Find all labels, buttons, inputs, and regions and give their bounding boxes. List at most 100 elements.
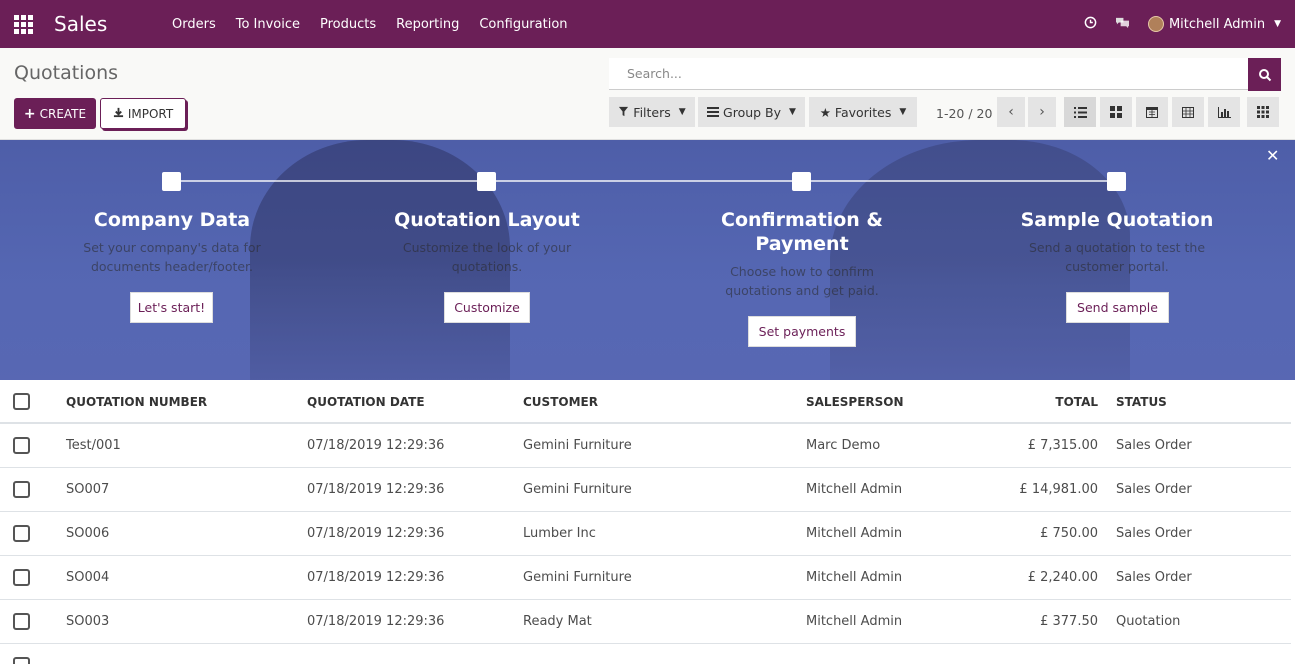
column-status[interactable]: STATUS: [1116, 395, 1167, 409]
main-menu: Orders To Invoice Products Reporting Con…: [162, 17, 578, 32]
filters-dropdown[interactable]: Filters ▼: [609, 97, 695, 127]
star-icon: ★: [819, 104, 831, 120]
pager-next-button[interactable]: ›: [1028, 97, 1056, 127]
chat-icon[interactable]: [1115, 16, 1130, 33]
close-icon[interactable]: ✕: [1266, 146, 1279, 165]
favorites-dropdown[interactable]: ★ Favorites ▼: [809, 97, 917, 127]
search-input[interactable]: Search...: [609, 58, 1248, 90]
total: £ 14,981.00: [1019, 482, 1098, 497]
row-checkbox[interactable]: [13, 481, 30, 498]
import-label: IMPORT: [127, 106, 174, 121]
lets-start-button[interactable]: Let's start!: [130, 292, 213, 323]
top-navbar: Sales Orders To Invoice Products Reporti…: [0, 0, 1295, 48]
column-total[interactable]: TOTAL: [1000, 395, 1098, 409]
step-2-title: Quotation Layout: [394, 209, 580, 231]
send-sample-button[interactable]: Send sample: [1066, 292, 1169, 323]
quotations-table: QUOTATION NUMBER QUOTATION DATE CUSTOMER…: [0, 380, 1291, 664]
list-view-button[interactable]: [1063, 97, 1096, 127]
pager-previous-button[interactable]: ‹: [997, 97, 1025, 127]
graph-view-button[interactable]: [1207, 97, 1240, 127]
status: Sales Order: [1116, 438, 1192, 453]
activity-view-button[interactable]: [1246, 97, 1279, 127]
groupby-label: Group By: [723, 104, 782, 120]
step-1-marker: [162, 172, 181, 191]
quotation-date: 07/18/2019 12:29:36: [307, 570, 445, 585]
plus-icon: +: [23, 105, 36, 122]
favorites-label: Favorites: [834, 104, 892, 120]
step-1-description: Set your company's data for documents he…: [83, 240, 261, 274]
quotation-date: 07/18/2019 12:29:36: [307, 438, 445, 453]
total: £ 2,240.00: [1027, 570, 1098, 585]
user-menu[interactable]: Mitchell Admin ▼: [1147, 16, 1281, 32]
clock-icon[interactable]: [1084, 16, 1097, 33]
set-payments-button[interactable]: Set payments: [748, 316, 856, 347]
onboarding-banner: ✕ Company Data Set your company's data f…: [0, 140, 1295, 380]
download-icon: [113, 107, 124, 121]
step-3-title: Confirmation & Payment: [721, 209, 883, 255]
menu-configuration[interactable]: Configuration: [469, 17, 577, 32]
step-2-marker: [477, 172, 496, 191]
step-4-title: Sample Quotation: [1020, 209, 1214, 231]
progress-track: [172, 180, 1117, 182]
pivot-view-button[interactable]: [1171, 97, 1204, 127]
list-view-icon: [1073, 106, 1087, 118]
row-checkbox[interactable]: [13, 437, 30, 454]
menu-reporting[interactable]: Reporting: [386, 17, 469, 32]
quotation-date: 07/18/2019 12:29:36: [307, 482, 445, 497]
table-row[interactable]: Test/001 07/18/2019 12:29:36 Gemini Furn…: [0, 424, 1291, 468]
quotation-date: 07/18/2019 12:29:36: [307, 526, 445, 541]
quotation-number: SO003: [66, 614, 110, 629]
apps-grid-icon[interactable]: [0, 0, 46, 48]
row-checkbox[interactable]: [13, 569, 30, 586]
menu-orders[interactable]: Orders: [162, 17, 226, 32]
row-checkbox[interactable]: [13, 525, 30, 542]
column-quotation-number[interactable]: QUOTATION NUMBER: [66, 395, 207, 409]
step-2-description: Customize the look of your quotations.: [402, 240, 572, 274]
salesperson: Mitchell Admin: [806, 526, 903, 541]
calendar-view-button[interactable]: [1135, 97, 1168, 127]
step-3-description: Choose how to confirm quotations and get…: [725, 264, 879, 298]
total: £ 7,315.00: [1027, 438, 1098, 453]
step-1-title: Company Data: [93, 209, 251, 231]
create-button[interactable]: + CREATE: [14, 98, 96, 129]
step-4-marker: [1107, 172, 1126, 191]
filter-icon: [618, 105, 629, 120]
select-all-checkbox[interactable]: [13, 393, 30, 410]
salesperson: Mitchell Admin: [806, 482, 903, 497]
calendar-view-icon: [1146, 107, 1158, 118]
status: Sales Order: [1116, 570, 1192, 585]
table-row[interactable]: SO003 07/18/2019 12:29:36 Ready Mat Mitc…: [0, 600, 1291, 644]
step-3-marker: [792, 172, 811, 191]
filters-label: Filters: [633, 104, 671, 120]
row-checkbox[interactable]: [13, 657, 30, 664]
kanban-view-button[interactable]: [1099, 97, 1132, 127]
column-customer[interactable]: CUSTOMER: [523, 395, 598, 409]
customer: Ready Mat: [523, 614, 592, 629]
table-row[interactable]: SO006 07/18/2019 12:29:36 Lumber Inc Mit…: [0, 512, 1291, 556]
row-checkbox[interactable]: [13, 613, 30, 630]
caret-down-icon: ▼: [899, 107, 907, 117]
table-row[interactable]: SO007 07/18/2019 12:29:36 Gemini Furnitu…: [0, 468, 1291, 512]
groupby-dropdown[interactable]: Group By ▼: [698, 97, 805, 127]
menu-products[interactable]: Products: [310, 17, 386, 32]
table-row[interactable]: [0, 644, 1291, 664]
pager-value[interactable]: 1-20 / 20: [936, 106, 992, 121]
status: Sales Order: [1116, 482, 1192, 497]
caret-down-icon: ▼: [678, 107, 686, 117]
table-row[interactable]: SO004 07/18/2019 12:29:36 Gemini Furnitu…: [0, 556, 1291, 600]
create-label: CREATE: [39, 106, 87, 121]
column-salesperson[interactable]: SALESPERSON: [806, 395, 904, 409]
customize-button[interactable]: Customize: [444, 292, 530, 323]
bars-icon: [707, 105, 720, 120]
menu-to-invoice[interactable]: To Invoice: [226, 17, 310, 32]
quotation-number: Test/001: [66, 438, 121, 453]
salesperson: Mitchell Admin: [806, 570, 903, 585]
activity-view-icon: [1257, 106, 1269, 118]
control-panel: Quotations + CREATE IMPORT Search... Fil…: [0, 48, 1295, 140]
column-quotation-date[interactable]: QUOTATION DATE: [307, 395, 425, 409]
app-name[interactable]: Sales: [54, 12, 162, 36]
status: Sales Order: [1116, 526, 1192, 541]
kanban-view-icon: [1110, 106, 1122, 118]
search-button[interactable]: [1248, 58, 1281, 91]
import-button[interactable]: IMPORT: [100, 98, 186, 129]
